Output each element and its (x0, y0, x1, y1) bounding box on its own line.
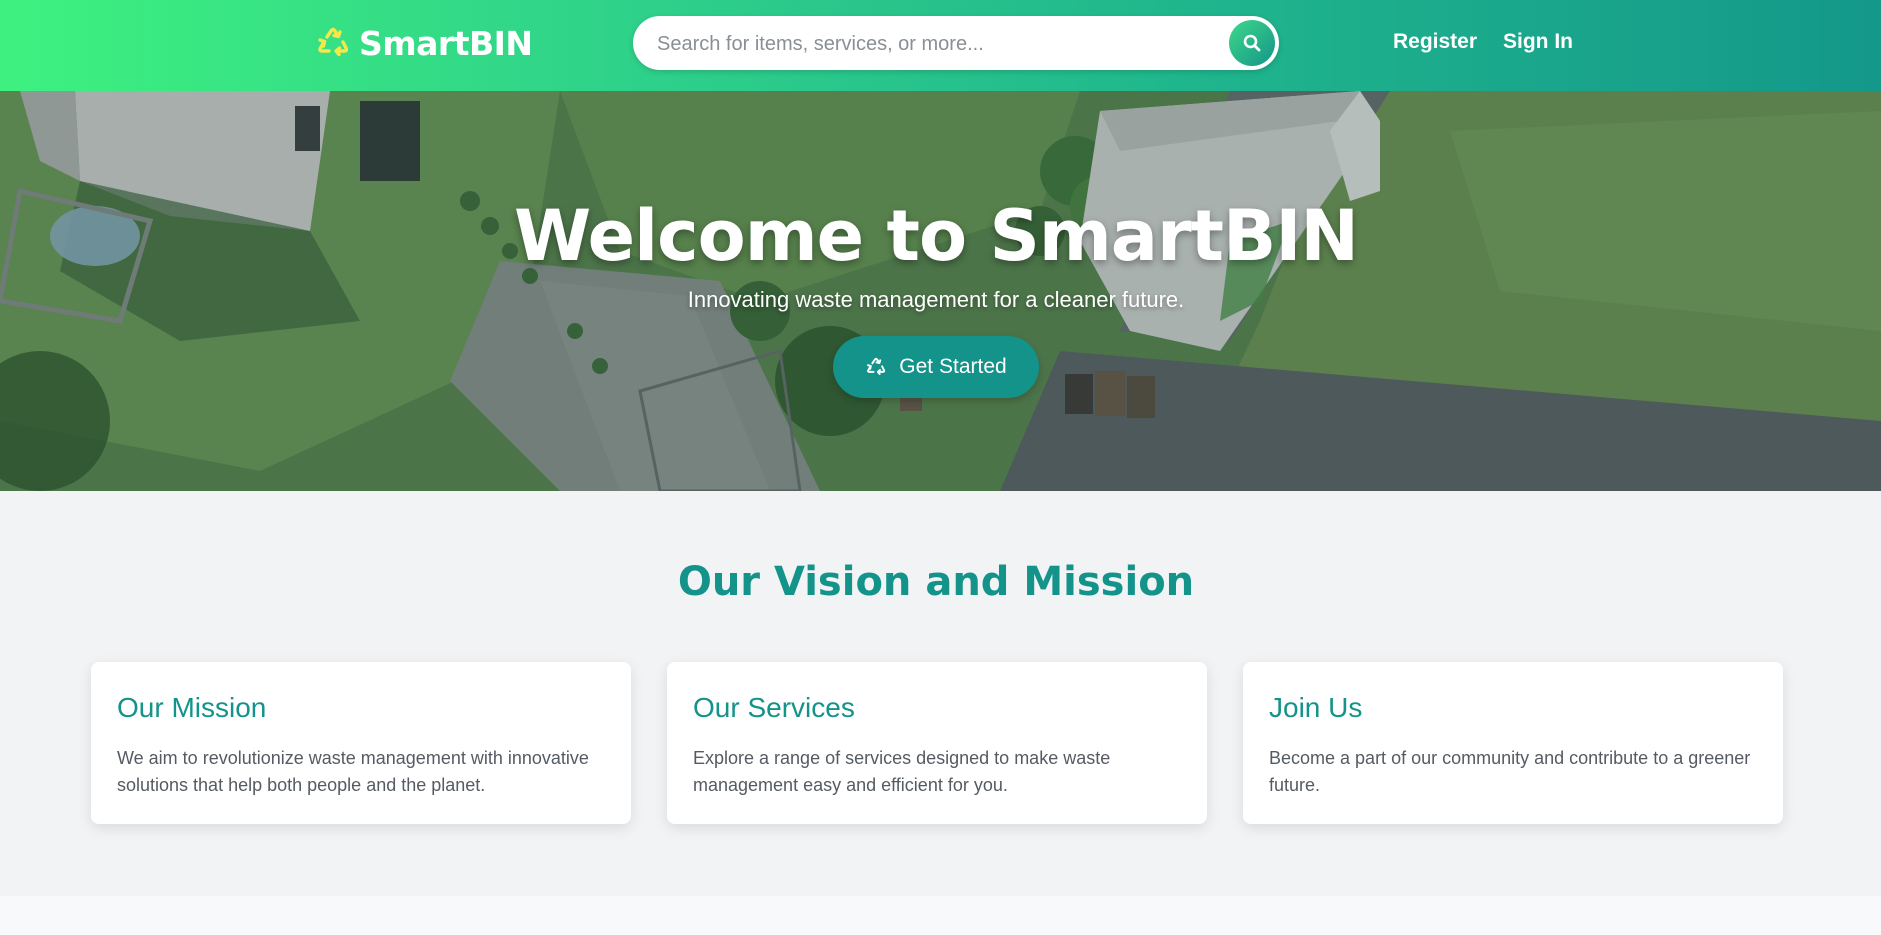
get-started-label: Get Started (899, 355, 1007, 378)
site-header: SmartBIN Register Sign In (0, 0, 1881, 91)
hero-title: Welcome to SmartBIN (513, 195, 1359, 277)
join-us-card: Join Us Become a part of our community a… (1243, 662, 1783, 824)
section-title: Our Vision and Mission (677, 559, 1195, 605)
search-bar (633, 16, 1279, 72)
brand-logo[interactable]: SmartBIN (315, 18, 533, 68)
card-title: Our Services (693, 692, 855, 723)
search-button[interactable] (1229, 20, 1275, 66)
hero-section: Welcome to SmartBIN Innovating waste man… (0, 91, 1881, 491)
search-icon (1243, 34, 1261, 52)
sign-in-link[interactable]: Sign In (1503, 30, 1573, 54)
vision-mission-section: Our Vision and Mission Our Mission We ai… (0, 491, 1881, 896)
brand-name: SmartBIN (359, 23, 533, 63)
hero-subtitle: Innovating waste management for a cleane… (687, 287, 1185, 312)
register-link[interactable]: Register (1393, 30, 1477, 54)
card-text: Become a part of our community and contr… (1269, 748, 1751, 795)
recycle-icon (318, 27, 349, 57)
mission-card: Our Mission We aim to revolutionize wast… (91, 662, 631, 824)
card-text: We aim to revolutionize waste management… (117, 748, 589, 795)
card-title: Our Mission (117, 692, 267, 723)
search-input[interactable] (655, 16, 1219, 72)
get-started-button[interactable]: Get Started (833, 336, 1039, 398)
recycle-icon (867, 357, 886, 376)
card-text: Explore a range of services designed to … (693, 748, 1111, 795)
next-section-edge (0, 896, 1881, 935)
services-card: Our Services Explore a range of services… (667, 662, 1207, 824)
card-title: Join Us (1269, 692, 1363, 723)
